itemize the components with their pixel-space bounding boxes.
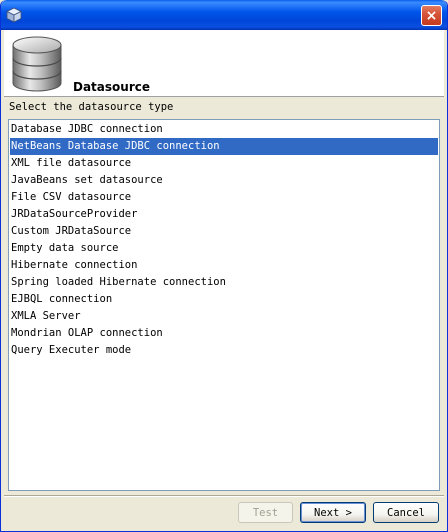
datasource-type-list[interactable]: Database JDBC connection NetBeans Databas…: [8, 119, 440, 491]
list-item[interactable]: Mondrian OLAP connection: [10, 325, 438, 342]
list-item[interactable]: Spring loaded Hibernate connection: [10, 274, 438, 291]
list-item[interactable]: XMLA Server: [10, 308, 438, 325]
list-item[interactable]: Empty data source: [10, 240, 438, 257]
list-item[interactable]: File CSV datasource: [10, 189, 438, 206]
datasource-type-label: Select the datasource type: [9, 101, 174, 113]
close-button[interactable]: ×: [421, 5, 442, 26]
cube-icon: [6, 7, 22, 23]
list-item[interactable]: Database JDBC connection: [10, 121, 438, 138]
list-item[interactable]: JRDataSourceProvider: [10, 206, 438, 223]
list-item[interactable]: JavaBeans set datasource: [10, 172, 438, 189]
list-item[interactable]: XML file datasource: [10, 155, 438, 172]
next-button[interactable]: Next >: [300, 502, 366, 523]
list-item[interactable]: Hibernate connection: [10, 257, 438, 274]
database-icon: [9, 31, 65, 95]
wizard-header: Datasource: [4, 30, 444, 97]
list-item[interactable]: Query Executer mode: [10, 342, 438, 359]
datasource-wizard-window: × Datasource Select the datasource type …: [0, 0, 448, 532]
test-button[interactable]: Test: [238, 502, 293, 523]
footer-divider: [4, 495, 444, 497]
list-item-selected[interactable]: NetBeans Database JDBC connection: [10, 138, 438, 155]
list-item[interactable]: EJBQL connection: [10, 291, 438, 308]
cancel-button[interactable]: Cancel: [373, 502, 439, 523]
list-item[interactable]: Custom JRDataSource: [10, 223, 438, 240]
title-bar[interactable]: ×: [1, 0, 447, 30]
close-icon: ×: [425, 7, 438, 24]
page-title: Datasource: [73, 80, 150, 94]
